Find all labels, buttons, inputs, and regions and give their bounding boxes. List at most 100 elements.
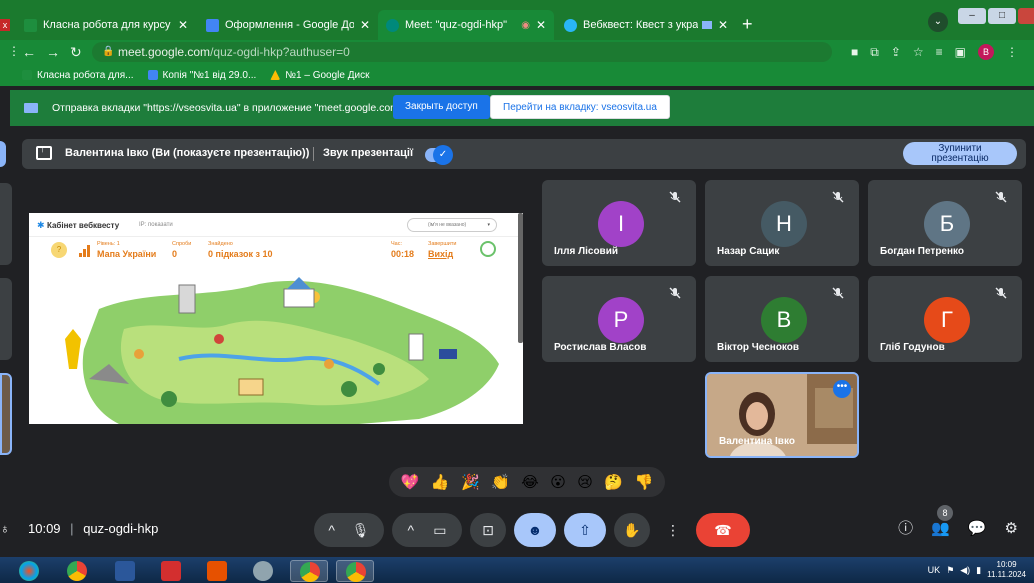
stop-presenting-button[interactable]: Зупинити презентацію — [903, 142, 1017, 165]
close-window-icon[interactable]: ✕ — [1018, 8, 1034, 24]
hint-icon[interactable]: ? — [51, 242, 67, 258]
signal-icon[interactable]: ▮ — [976, 565, 981, 576]
activities-icon[interactable]: ⚙ — [1005, 519, 1018, 537]
reload-icon[interactable]: ↻ — [70, 44, 82, 61]
maximize-icon[interactable]: □ — [988, 8, 1016, 24]
host-controls-icon[interactable]: ♁ — [0, 521, 10, 536]
webquest-icon — [564, 18, 577, 32]
offscreen-tile — [0, 183, 12, 265]
chevron-up-icon[interactable]: ^ — [328, 513, 335, 547]
new-tab-button[interactable]: + — [742, 14, 753, 35]
camera-icon[interactable]: ▭ — [433, 513, 446, 547]
more-options-button[interactable]: ⋮ — [658, 513, 688, 547]
flag-icon[interactable]: ⚑ — [946, 565, 954, 576]
back-icon[interactable]: ← — [22, 44, 36, 60]
lock-icon: 🔒 — [102, 46, 115, 57]
menu-dots-icon[interactable]: ⋮ — [8, 44, 20, 58]
close-icon[interactable]: ✕ — [360, 18, 370, 32]
more-options-button[interactable]: ••• — [833, 380, 851, 398]
exit-link[interactable]: Вихід — [428, 249, 453, 259]
profile-avatar[interactable]: B — [978, 44, 994, 60]
participant-name: Віктор Чесноков — [717, 342, 800, 353]
participant-tile[interactable]: Б Богдан Петренко — [868, 180, 1022, 266]
found-label: Знайдено — [208, 241, 233, 247]
raise-hand-button[interactable]: ✋ — [614, 513, 650, 547]
tab-docs[interactable]: Оформлення - Google Докумен ✕ — [198, 10, 378, 40]
sound-toggle-icon[interactable] — [480, 241, 496, 257]
taskbar-acrobat[interactable] — [152, 560, 190, 582]
reaction-heart-button[interactable]: 💖 — [401, 473, 420, 491]
speaker-icon[interactable]: ◀) — [960, 565, 970, 576]
taskbar-chrome-open[interactable] — [336, 560, 374, 582]
name-select[interactable]: (ім'я не вказано) ▾ — [407, 218, 497, 232]
tab-overflow-close[interactable]: x — [0, 10, 14, 40]
captions-button[interactable]: ⊡ — [470, 513, 506, 547]
reaction-sad-button[interactable]: 😢 — [577, 473, 593, 491]
start-button[interactable] — [10, 560, 48, 582]
system-clock[interactable]: 10:09 11.11.2024 — [987, 560, 1026, 580]
bookmark-item[interactable]: №1 – Google Диск — [270, 70, 369, 81]
tab-search-icon[interactable]: ⌄ — [928, 12, 948, 32]
tab-meet[interactable]: Meet: "quz-ogdi-hkp" ◉ ✕ — [378, 10, 554, 40]
participant-name: Гліб Годунов — [880, 342, 945, 353]
chrome-menu-icon[interactable]: ⋮ — [1006, 45, 1018, 59]
language-indicator[interactable]: UK — [928, 565, 941, 575]
bookmark-item[interactable]: Копія "№1 від 29.0... — [147, 70, 256, 81]
participant-tile[interactable]: І Ілля Лісовий — [542, 180, 696, 266]
chevron-up-icon[interactable]: ^ — [408, 513, 415, 547]
minimize-icon[interactable]: – — [958, 8, 986, 24]
reaction-thinking-button[interactable]: 🤔 — [604, 473, 623, 491]
taskbar-word[interactable] — [106, 560, 144, 582]
share-icon[interactable]: ⇪ — [891, 45, 901, 59]
presentation-audio-toggle[interactable]: ✓ — [425, 145, 453, 165]
reaction-clap-button[interactable]: 👏 — [491, 473, 510, 491]
tab-webquest[interactable]: Вебквест: Квест з українськ ✕ — [556, 10, 736, 40]
bookmark-item[interactable]: Класна робота для... — [22, 70, 134, 81]
goto-tab-button[interactable]: Перейти на вкладку: vseosvita.ua — [490, 95, 670, 119]
taskbar-chrome[interactable] — [58, 560, 96, 582]
close-access-button[interactable]: Закрыть доступ — [393, 95, 490, 119]
forward-icon[interactable]: → — [46, 44, 60, 60]
close-icon[interactable]: ✕ — [718, 18, 728, 32]
check-icon: ✓ — [433, 145, 453, 165]
taskbar-app[interactable] — [244, 560, 282, 582]
side-panel-icon[interactable]: ▣ — [955, 45, 966, 59]
ukraine-map[interactable] — [29, 269, 523, 424]
bookmark-star-icon[interactable]: ☆ — [913, 45, 924, 59]
acrobat-icon — [161, 561, 181, 581]
close-icon[interactable]: ✕ — [536, 18, 546, 32]
chat-icon[interactable]: 💬 — [968, 519, 987, 537]
reaction-surprised-button[interactable]: 😮 — [550, 473, 566, 491]
leave-call-button[interactable]: ☎ — [696, 513, 750, 547]
chrome-icon — [300, 562, 320, 582]
participant-tile[interactable]: Р Ростислав Власов — [542, 276, 696, 362]
translate-icon[interactable]: ⧉ — [870, 45, 879, 60]
media-icon[interactable]: ≡ — [936, 45, 943, 59]
info-icon[interactable]: ⓘ — [898, 517, 913, 538]
people-icon[interactable]: 👥 — [931, 519, 950, 537]
ip-label[interactable]: IP: показати — [139, 222, 173, 228]
participant-tile[interactable]: В Віктор Чесноков — [705, 276, 859, 362]
close-icon[interactable]: ✕ — [178, 18, 188, 32]
presentation-scrollbar[interactable] — [518, 213, 523, 343]
reaction-party-button[interactable]: 🎉 — [461, 473, 480, 491]
taskbar-app[interactable] — [198, 560, 236, 582]
reaction-thumbs-down-button[interactable]: 👎 — [634, 473, 653, 491]
microphone-icon[interactable]: 🎙 — [352, 513, 370, 547]
participant-tile[interactable]: Г Гліб Годунов — [868, 276, 1022, 362]
self-name: Валентина Івко — [719, 436, 795, 447]
camera-indicator-icon[interactable]: ■ — [851, 45, 858, 59]
participant-tile[interactable]: Н Назар Сацик — [705, 180, 859, 266]
tab-classroom[interactable]: Класна робота для курсу "9-А У ✕ — [16, 10, 196, 40]
toolbar-actions: ■ ⧉ ⇪ ☆ ≡ ▣ B ⋮ — [851, 44, 1018, 60]
address-bar[interactable]: 🔒 meet.google.com/quz-ogdi-hkp?authuser=… — [92, 42, 832, 62]
taskbar-chrome-open[interactable] — [290, 560, 328, 582]
emoji-button[interactable]: ☻ — [514, 513, 556, 547]
meet-icon — [386, 18, 399, 32]
self-video-tile[interactable]: ••• Валентина Івко — [705, 372, 859, 458]
present-screen-icon: ⇧ — [579, 522, 591, 538]
network-tool-icon — [253, 561, 273, 581]
reaction-thumbs-up-button[interactable]: 👍 — [431, 473, 450, 491]
present-button[interactable]: ⇧ — [564, 513, 606, 547]
reaction-laugh-button[interactable]: 😂 — [521, 473, 539, 491]
